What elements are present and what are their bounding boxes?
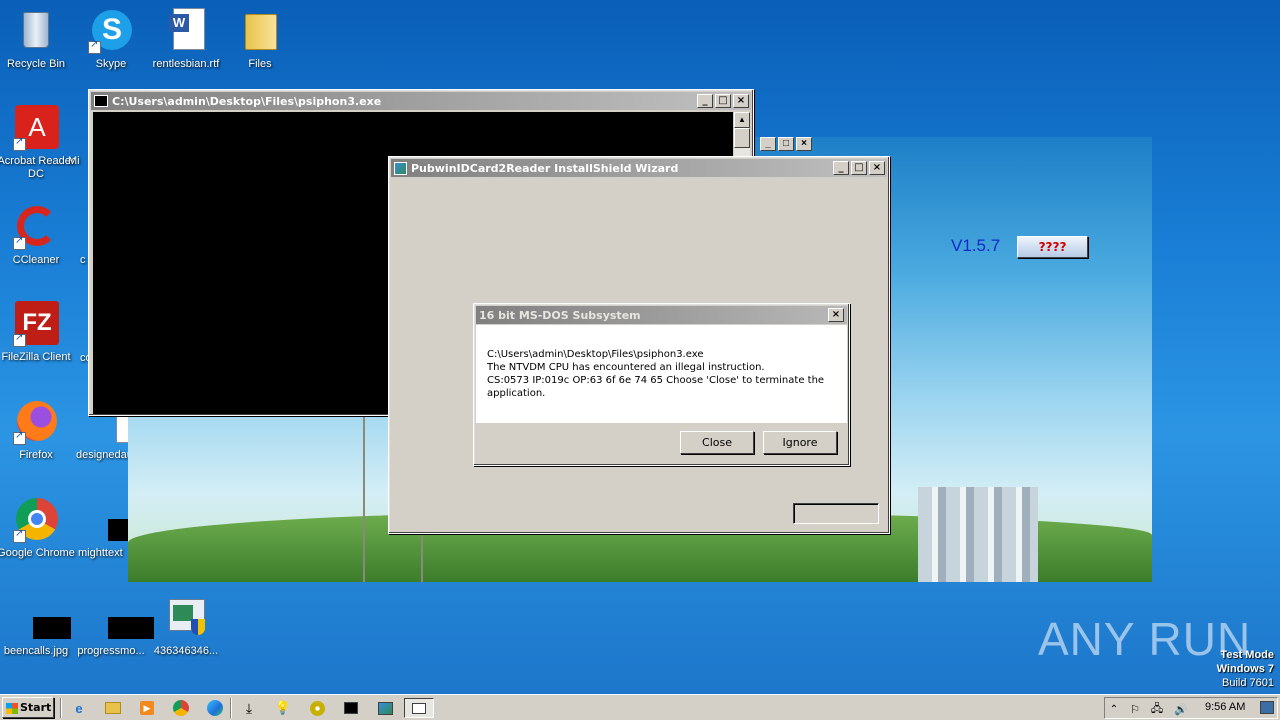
message-line: application. xyxy=(487,388,546,399)
maximize-button[interactable]: □ xyxy=(778,137,794,151)
desktop-icon-filezilla[interactable]: FZ FileZilla Client xyxy=(0,301,79,364)
scroll-up-arrow-icon[interactable]: ▲ xyxy=(734,112,750,128)
internet-explorer-icon[interactable]: e xyxy=(66,698,92,718)
start-button[interactable]: Start xyxy=(2,697,54,718)
minimize-button[interactable]: _ xyxy=(697,94,713,108)
test-mode-text: Test Mode Windows 7 Build 7601 xyxy=(1217,648,1274,690)
blank-thumbnail-icon xyxy=(13,595,71,641)
desktop-icon-label: Mi xyxy=(68,155,80,167)
minimize-button[interactable]: _ xyxy=(833,161,849,175)
windows-logo-icon xyxy=(6,702,18,714)
clock[interactable]: 9:56 AM xyxy=(1205,701,1245,713)
desktop-icon-files[interactable]: Files xyxy=(217,8,303,71)
ignore-button[interactable]: Ignore xyxy=(763,431,837,454)
desktop-icon-label: Files xyxy=(248,58,272,70)
dialog-message-area: C:\Users\admin\Desktop\Files\psiphon3.ex… xyxy=(476,325,847,423)
msdos-error-dialog: 16 bit MS-DOS Subsystem × C:\Users\admin… xyxy=(473,303,850,466)
action-center-flag-icon[interactable]: ⚐ xyxy=(1127,699,1143,719)
close-button[interactable]: × xyxy=(733,94,749,108)
blank-thumbnail-icon xyxy=(88,595,154,641)
desktop-icon-progressmo[interactable]: progressmo... xyxy=(68,595,154,658)
taskbar-separator xyxy=(230,698,232,718)
desktop-icon-acrobat[interactable]: A Acrobat Reader DC xyxy=(0,105,79,181)
disc-task-icon[interactable] xyxy=(304,698,330,718)
desktop-icon-label: progressmo... xyxy=(77,645,145,657)
close-button[interactable]: × xyxy=(796,137,812,151)
wizard-title: PubwinIDCard2Reader InstallShield Wizard xyxy=(411,161,679,175)
language-button[interactable]: ???? xyxy=(1017,236,1088,258)
version-label: V1.5.7 xyxy=(951,236,1001,255)
show-desktop-icon[interactable] xyxy=(1260,701,1274,714)
message-line: The NTVDM CPU has encountered an illegal… xyxy=(487,362,765,373)
test-mode-line: Test Mode xyxy=(1220,649,1274,661)
word-document-icon: W xyxy=(163,8,209,54)
close-button[interactable]: × xyxy=(828,308,844,322)
desktop-icon-label: FileZilla Client xyxy=(1,351,71,363)
desktop-icon-installer-exe[interactable]: 436346346... xyxy=(143,595,229,658)
build-line: Build 7601 xyxy=(1222,677,1274,689)
desktop-icon-label: Skype xyxy=(95,58,127,70)
message-line: C:\Users\admin\Desktop\Files\psiphon3.ex… xyxy=(487,349,704,360)
taskbar-separator xyxy=(60,698,62,718)
maximize-button[interactable]: □ xyxy=(851,161,867,175)
scrollbar-thumb[interactable] xyxy=(734,128,750,148)
show-hidden-icons-icon[interactable]: ⌃ xyxy=(1107,699,1121,719)
installer-icon xyxy=(163,595,209,641)
desktop-icon-skype[interactable]: S Skype xyxy=(68,8,154,71)
close-button-dialog[interactable]: Close xyxy=(680,431,754,454)
dialog-task-icon[interactable] xyxy=(404,698,434,718)
dialog-title: 16 bit MS-DOS Subsystem xyxy=(479,308,641,322)
installer-app-icon xyxy=(394,161,407,175)
minimize-button[interactable]: _ xyxy=(760,137,776,151)
recycle-bin-icon xyxy=(13,8,59,54)
installer-background-titlebar-buttons: _ □ × xyxy=(760,135,820,153)
volume-icon[interactable]: 🔊 xyxy=(1173,699,1189,719)
desktop-icon-ccleaner[interactable]: CCleaner xyxy=(0,204,79,267)
start-label: Start xyxy=(20,701,52,714)
console-titlebar: C:\Users\admin\Desktop\Files\psiphon3.ex… xyxy=(91,92,751,110)
wizard-titlebar: PubwinIDCard2Reader InstallShield Wizard… xyxy=(391,159,887,177)
console-title: C:\Users\admin\Desktop\Files\psiphon3.ex… xyxy=(112,94,382,108)
dialog-titlebar: 16 bit MS-DOS Subsystem × xyxy=(476,306,847,324)
os-name-line: Windows 7 xyxy=(1216,663,1274,675)
media-player-icon[interactable]: ▶ xyxy=(134,698,160,718)
maximize-button[interactable]: □ xyxy=(715,94,731,108)
message-line: CS:0573 IP:019c OP:63 6f 6e 74 65 Choose… xyxy=(487,375,825,386)
skype-icon: S xyxy=(88,8,134,54)
ccleaner-icon xyxy=(13,204,59,250)
chrome-taskbar-icon[interactable] xyxy=(168,698,194,718)
wizard-cancel-button[interactable] xyxy=(793,503,879,524)
installer-task-icon[interactable] xyxy=(372,698,398,718)
filezilla-icon: FZ xyxy=(13,301,59,347)
console-app-icon xyxy=(94,95,108,107)
console-task-icon[interactable] xyxy=(338,698,364,718)
acrobat-icon: A xyxy=(13,105,59,151)
network-icon[interactable]: 🖧 xyxy=(1149,699,1165,719)
city-buildings xyxy=(918,487,1038,582)
desktop-icon-label: CCleaner xyxy=(12,254,60,266)
taskbar: Start e ▶ ⤓ 💡 ⌃ ⚐ 🖧 🔊 9:56 AM xyxy=(0,694,1280,720)
folder-icon xyxy=(237,8,283,54)
download-task-icon[interactable]: ⤓ xyxy=(236,698,262,718)
lightbulb-task-icon[interactable]: 💡 xyxy=(270,698,296,718)
desktop-icon-partial[interactable]: Mi xyxy=(68,155,90,168)
system-tray: ⌃ ⚐ 🖧 🔊 9:56 AM xyxy=(1104,697,1278,719)
desktop-icon-label: 436346346... xyxy=(153,645,219,657)
firefox-icon xyxy=(13,399,59,445)
close-button[interactable]: × xyxy=(869,161,885,175)
file-explorer-icon[interactable] xyxy=(100,698,126,718)
chrome-icon xyxy=(13,497,59,543)
edge-icon[interactable] xyxy=(202,698,228,718)
